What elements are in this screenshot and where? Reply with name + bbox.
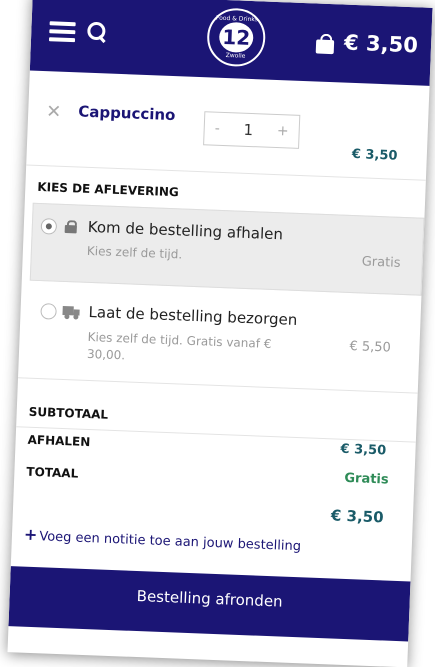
shopping-bag-icon[interactable]: [315, 33, 337, 55]
subtotal-value: € 3,50: [340, 441, 387, 459]
lock-icon: [64, 220, 78, 234]
pickup-sub: Kies zelf de tijd.: [86, 243, 183, 262]
pickup-price: Gratis: [361, 254, 401, 271]
top-bar: Food & Drinks 12 Zwolle € 3,50: [29, 0, 433, 86]
pickup-fee-value: Gratis: [344, 470, 389, 488]
cart-total[interactable]: € 3,50: [344, 31, 419, 58]
plus-icon: +: [23, 524, 38, 545]
item-price: € 3,50: [351, 146, 398, 164]
search-icon[interactable]: [87, 21, 108, 44]
phone-screen: Food & Drinks 12 Zwolle € 3,50 ✕ Cappucc…: [7, 0, 433, 667]
divider: [26, 164, 426, 181]
delivery-section-title: KIES DE AFLEVERING: [37, 179, 180, 200]
total-value: € 3,50: [330, 506, 384, 527]
pickup-fee-label: AFHALEN: [27, 432, 91, 450]
add-note-link[interactable]: +Voeg een notitie toe aan jouw bestellin…: [24, 525, 302, 555]
pickup-label: Kom de bestelling afhalen: [87, 217, 284, 244]
logo-bottom-text: Zwolle: [225, 52, 246, 60]
subtotal-label: SUBTOTAAL: [28, 404, 109, 422]
menu-icon[interactable]: [48, 21, 76, 43]
total-label: TOTAAL: [26, 464, 79, 481]
decrement-button[interactable]: -: [214, 121, 220, 137]
delivery-sub: Kies zelf de tijd. Gratis vanaf € 30,00.: [86, 329, 272, 363]
delivery-label: Laat de bestelling bezorgen: [88, 302, 298, 329]
add-note-label: Voeg een notitie toe aan jouw bestelling: [39, 529, 302, 555]
remove-item-icon[interactable]: ✕: [46, 101, 62, 123]
checkout-button[interactable]: Bestelling afronden: [8, 566, 411, 642]
logo-number: 12: [218, 21, 254, 54]
item-name: Cappuccino: [77, 102, 176, 125]
delivery-option-pickup[interactable]: Kom de bestelling afhalen Kies zelf de t…: [29, 202, 425, 296]
quantity-value[interactable]: 1: [243, 121, 253, 139]
increment-button[interactable]: +: [277, 123, 289, 139]
pickup-radio[interactable]: [40, 218, 58, 235]
brand-logo[interactable]: Food & Drinks 12 Zwolle: [206, 7, 267, 68]
divider: [17, 377, 418, 394]
quantity-stepper: - 1 +: [203, 111, 301, 149]
delivery-radio[interactable]: [40, 303, 57, 320]
truck-icon: [62, 305, 80, 320]
delivery-price: € 5,50: [349, 338, 392, 356]
